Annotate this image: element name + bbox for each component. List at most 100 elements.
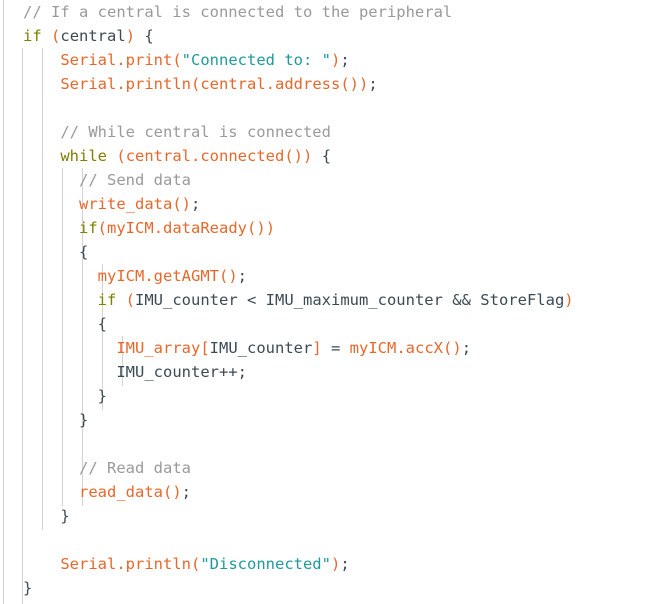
code-token: ()	[172, 195, 191, 213]
code-token: ()	[443, 339, 462, 357]
code-token: central	[60, 27, 126, 45]
code-line[interactable]: while (central.connected()) {	[0, 144, 660, 168]
code-token: read_data	[79, 483, 163, 501]
code-token: }	[60, 507, 70, 525]
code-token: IMU_counter < IMU_maximum_counter && Sto…	[135, 291, 565, 309]
code-token: .print	[116, 51, 173, 69]
code-token: }	[23, 579, 33, 597]
code-line[interactable]: IMU_array[IMU_counter] = myICM.accX();	[0, 336, 660, 360]
code-line[interactable]: {	[0, 240, 660, 264]
code-token: // Read data	[79, 459, 191, 477]
code-line[interactable]	[0, 528, 660, 552]
code-token: =	[321, 339, 350, 357]
code-line[interactable]: if (central) {	[0, 24, 660, 48]
code-line[interactable]: myICM.getAGMT();	[0, 264, 660, 288]
code-token: )	[564, 291, 574, 309]
code-token: (	[125, 291, 136, 309]
code-token: // Send data	[79, 171, 191, 189]
code-token: {	[321, 147, 332, 165]
code-line[interactable]: }	[0, 384, 660, 408]
code-line[interactable]: Serial.print("Connected to: ");	[0, 48, 660, 72]
code-token: Serial	[60, 75, 117, 93]
code-token: "Connected to: "	[181, 51, 331, 69]
code-token: (	[97, 219, 108, 237]
code-token: if	[23, 27, 42, 45]
code-line-list: // If a central is connected to the peri…	[0, 0, 660, 600]
code-token: ;	[368, 75, 378, 93]
code-line[interactable]: // Read data	[0, 456, 660, 480]
code-token: ()	[247, 219, 266, 237]
code-line[interactable]: }	[0, 576, 660, 600]
code-token: (	[190, 75, 201, 93]
code-token: }	[97, 387, 107, 405]
code-token: {	[79, 243, 89, 261]
code-line[interactable]: // While central is connected	[0, 120, 660, 144]
code-token: [	[200, 339, 210, 357]
code-token: // If a central is connected to the peri…	[23, 3, 453, 21]
code-line[interactable]: // If a central is connected to the peri…	[0, 0, 660, 24]
code-line[interactable]: }	[0, 408, 660, 432]
code-line[interactable]: IMU_counter++;	[0, 360, 660, 384]
code-line[interactable]	[0, 96, 660, 120]
code-token: {	[97, 315, 107, 333]
code-token: while	[60, 147, 107, 165]
code-token: .connected	[191, 147, 285, 165]
code-token: .address	[265, 75, 341, 93]
code-token: if	[79, 219, 98, 237]
code-line[interactable]: }	[0, 504, 660, 528]
code-token: }	[79, 411, 89, 429]
code-line[interactable]: write_data();	[0, 192, 660, 216]
code-token: IMU_counter	[209, 339, 313, 357]
code-token: myICM	[107, 219, 154, 237]
code-line[interactable]	[0, 432, 660, 456]
code-line[interactable]: if (IMU_counter < IMU_maximum_counter &&…	[0, 288, 660, 312]
code-line[interactable]: read_data();	[0, 480, 660, 504]
code-token: ()	[284, 147, 304, 165]
code-token: (	[51, 27, 61, 45]
code-token: ()	[218, 267, 238, 285]
code-token: ;	[191, 195, 201, 213]
code-token: central	[200, 75, 266, 93]
code-token: )	[358, 75, 369, 93]
code-token: Serial	[60, 51, 117, 69]
code-token: central	[125, 147, 192, 165]
code-editor[interactable]: // If a central is connected to the peri…	[0, 0, 660, 604]
code-line[interactable]: Serial.println(central.address());	[0, 72, 660, 96]
code-token: .println	[116, 555, 191, 573]
code-line[interactable]: Serial.println("Disconnected");	[0, 552, 660, 576]
code-line[interactable]: // Send data	[0, 168, 660, 192]
code-token: myICM	[349, 339, 397, 357]
code-token: ;	[237, 267, 247, 285]
code-token: (	[172, 51, 182, 69]
code-token: )	[303, 147, 313, 165]
code-token: .getAGMT	[144, 267, 219, 285]
code-token: if	[97, 291, 117, 309]
code-token: )	[125, 27, 136, 45]
code-token: IMU_counter++;	[116, 363, 247, 381]
code-token: {	[144, 27, 154, 45]
code-token: .accX	[396, 339, 444, 357]
code-line[interactable]: {	[0, 312, 660, 336]
code-token: ;	[340, 51, 350, 69]
code-token: ;	[181, 483, 192, 501]
code-line[interactable]: if(myICM.dataReady())	[0, 216, 660, 240]
code-token: ()	[163, 483, 182, 501]
